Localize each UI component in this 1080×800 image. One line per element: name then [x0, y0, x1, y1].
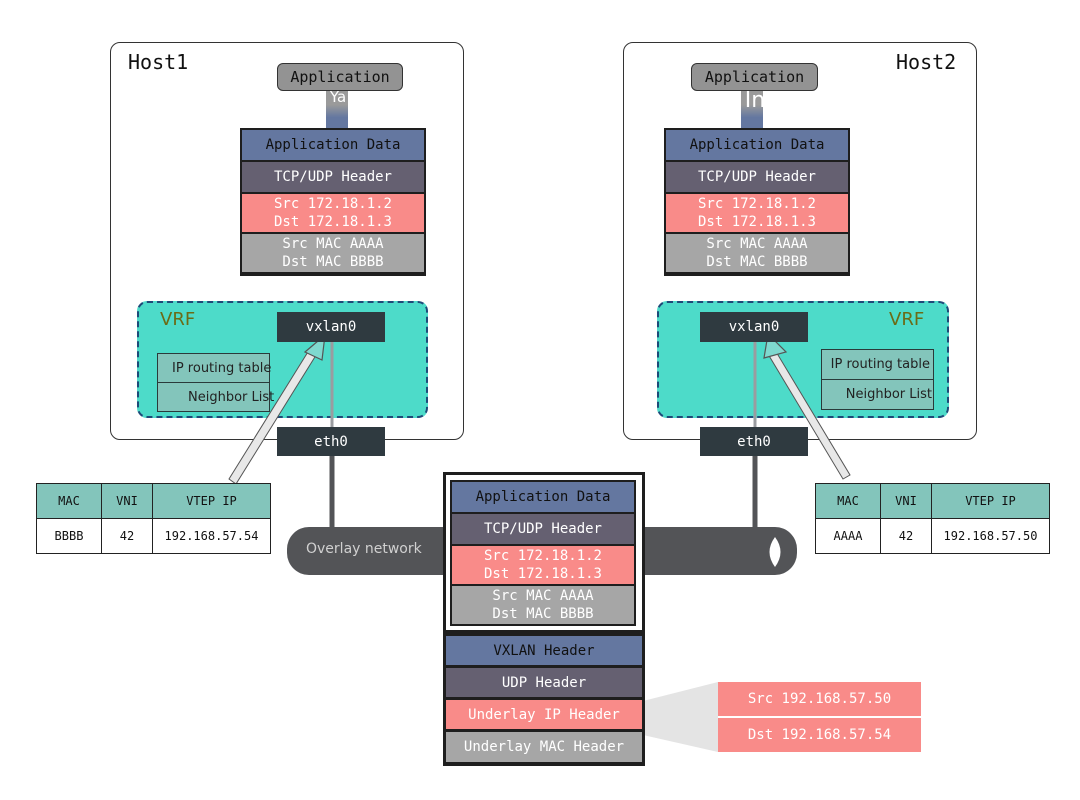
inner-packet-stack: Application Data TCP/UDP Header Src 172.… — [450, 480, 636, 626]
inner-ip-layer: Src 172.18.1.2 Dst 172.18.1.3 — [452, 546, 634, 584]
host2-packet-stack: Application Data TCP/UDP Header Src 172.… — [664, 128, 850, 276]
host2-mac-src: Src MAC AAAA — [706, 236, 808, 252]
host2-eth0[interactable]: eth0 — [700, 427, 808, 456]
inner-mac-dst: Dst MAC BBBB — [492, 606, 594, 622]
cell-vtep-ip: 192.168.57.54 — [152, 518, 271, 554]
col-mac: MAC — [36, 483, 102, 519]
col-vni: VNI — [880, 483, 932, 519]
host1-vxlan0[interactable]: vxlan0 — [277, 312, 385, 342]
host2-mac-layer: Src MAC AAAA Dst MAC BBBB — [666, 234, 848, 272]
vxlan-header-layer: VXLAN Header — [446, 636, 642, 665]
host1-eth0[interactable]: eth0 — [277, 427, 385, 456]
host1-fdb-table: MAC VNI VTEP IP BBBB 42 192.168.57.54 — [36, 483, 271, 554]
host1-application[interactable]: Application — [277, 63, 403, 91]
host1-mac-layer: Src MAC AAAA Dst MAC BBBB — [242, 234, 424, 272]
cell-vtep-ip: 192.168.57.50 — [931, 518, 1050, 554]
outer-headers: VXLAN Header UDP Header Underlay IP Head… — [446, 636, 642, 763]
cell-mac: BBBB — [36, 518, 102, 554]
host2-vxlan0[interactable]: vxlan0 — [700, 312, 808, 342]
cell-vni: 42 — [880, 518, 932, 554]
udp-header-layer: UDP Header — [446, 668, 642, 697]
host2-pipe-text: In — [744, 88, 766, 113]
inner-ip-dst: Dst 172.18.1.3 — [483, 566, 602, 582]
host2-ip-layer: Src 172.18.1.2 Dst 172.18.1.3 — [666, 194, 848, 232]
underlay-ip-header-layer: Underlay IP Header — [446, 700, 642, 729]
underlay-dst-ip: Dst 192.168.57.54 — [718, 718, 921, 752]
host1-ip-src: Src 172.18.1.2 — [273, 196, 392, 212]
inner-tcp-udp-layer: TCP/UDP Header — [452, 514, 634, 544]
host1-lookup-arrow — [228, 333, 326, 485]
host2-mac-dst: Dst MAC BBBB — [706, 254, 808, 270]
col-vtep-ip: VTEP IP — [152, 483, 271, 519]
inner-mac-layer: Src MAC AAAA Dst MAC BBBB — [452, 586, 634, 624]
col-vni: VNI — [101, 483, 153, 519]
host1-mac-src: Src MAC AAAA — [282, 236, 384, 252]
host1-ip-dst: Dst 172.18.1.3 — [273, 214, 392, 230]
host2-tcp-udp-layer: TCP/UDP Header — [666, 162, 848, 192]
col-mac: MAC — [815, 483, 881, 519]
host1-packet-stack: Application Data TCP/UDP Header Src 172.… — [240, 128, 426, 276]
host2-ip-src: Src 172.18.1.2 — [697, 196, 816, 212]
table-row: BBBB 42 192.168.57.54 — [36, 518, 271, 554]
host2-fdb-table: MAC VNI VTEP IP AAAA 42 192.168.57.50 — [815, 483, 1050, 554]
host1-tcp-udp-layer: TCP/UDP Header — [242, 162, 424, 192]
table-header-row: MAC VNI VTEP IP — [36, 483, 271, 519]
host1-app-data-layer: Application Data — [242, 130, 424, 160]
host2-lookup-arrow — [763, 332, 851, 480]
host1-ip-layer: Src 172.18.1.2 Dst 172.18.1.3 — [242, 194, 424, 232]
overlay-network-label: Overlay network — [306, 541, 422, 557]
overlay-port-icon — [769, 537, 781, 567]
table-header-row: MAC VNI VTEP IP — [815, 483, 1050, 519]
cell-vni: 42 — [101, 518, 153, 554]
host2-app-data-layer: Application Data — [666, 130, 848, 160]
col-vtep-ip: VTEP IP — [931, 483, 1050, 519]
cell-mac: AAAA — [815, 518, 881, 554]
inner-mac-src: Src MAC AAAA — [492, 588, 594, 604]
host2-ip-dst: Dst 172.18.1.3 — [697, 214, 816, 230]
host1-mac-dst: Dst MAC BBBB — [282, 254, 384, 270]
underlay-src-ip: Src 192.168.57.50 — [718, 682, 921, 716]
host2-application[interactable]: Application — [691, 63, 818, 91]
underlay-mac-header-layer: Underlay MAC Header — [446, 732, 642, 762]
table-row: AAAA 42 192.168.57.50 — [815, 518, 1050, 554]
inner-app-data-layer: Application Data — [452, 482, 634, 512]
inner-ip-src: Src 172.18.1.2 — [483, 548, 602, 564]
